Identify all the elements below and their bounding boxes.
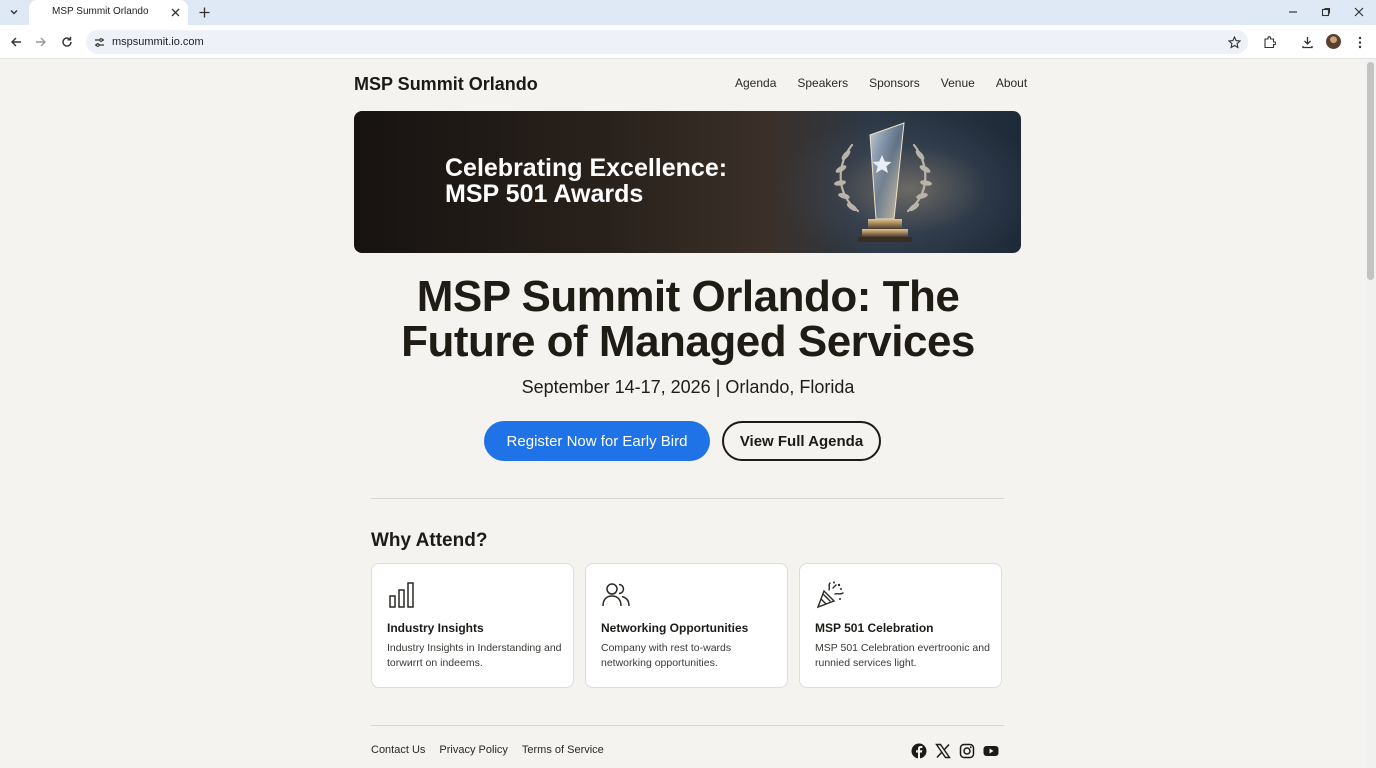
nav-link-sponsors[interactable]: Sponsors — [869, 76, 920, 90]
register-early-bird-button[interactable]: Register Now for Early Bird — [484, 421, 710, 461]
instagram-icon[interactable] — [959, 743, 975, 759]
footer-link-terms[interactable]: Terms of Service — [522, 744, 604, 756]
reload-icon[interactable] — [58, 33, 76, 51]
forward-arrow-icon[interactable] — [32, 33, 50, 51]
banner-title: Celebrating Excellence: MSP 501 Awards — [445, 155, 727, 207]
back-arrow-icon[interactable] — [7, 33, 25, 51]
footer-links: Contact Us Privacy Policy Terms of Servi… — [371, 744, 618, 756]
footer-link-privacy[interactable]: Privacy Policy — [439, 744, 507, 756]
hero-title-line1: MSP Summit Orlando: The — [416, 272, 960, 321]
nav-link-venue[interactable]: Venue — [941, 76, 975, 90]
browser-tab-active[interactable]: MSP Summit Orlando — [29, 0, 188, 25]
browser-tab-bar: MSP Summit Orlando — [0, 0, 1376, 25]
address-bar[interactable]: mspsummit.io.com — [86, 30, 1248, 54]
bar-chart-icon — [389, 582, 414, 608]
people-icon — [602, 583, 630, 607]
footer-divider — [371, 725, 1004, 726]
youtube-icon[interactable] — [983, 743, 999, 759]
profile-avatar[interactable] — [1326, 34, 1341, 49]
minimize-window-icon[interactable] — [1285, 4, 1301, 20]
facebook-icon[interactable] — [911, 743, 927, 759]
card-text: Company with rest to-wards networking op… — [601, 642, 732, 669]
party-popper-icon — [816, 581, 844, 609]
card-title: Industry Insights — [387, 621, 484, 635]
card-title: MSP 501 Celebration — [815, 621, 934, 635]
feature-card-networking: Networking Opportunities Company with re… — [585, 563, 788, 688]
url-text: mspsummit.io.com — [112, 36, 204, 48]
site-nav: Agenda Speakers Sponsors Venue About — [735, 76, 1048, 90]
browser-toolbar: mspsummit.io.com — [0, 25, 1376, 59]
site-brand[interactable]: MSP Summit Orlando — [354, 74, 538, 95]
downloads-icon[interactable] — [1298, 33, 1316, 51]
why-attend-heading: Why Attend? — [371, 530, 488, 551]
page-scrollbar-thumb[interactable] — [1367, 62, 1374, 280]
nav-link-speakers[interactable]: Speakers — [797, 76, 848, 90]
restore-window-icon[interactable] — [1318, 4, 1334, 20]
site-info-icon[interactable] — [92, 35, 106, 49]
feature-card-msp501: MSP 501 Celebration MSP 501 Celebration … — [799, 563, 1002, 688]
tab-title: MSP Summit Orlando — [52, 6, 149, 17]
footer-link-contact[interactable]: Contact Us — [371, 744, 425, 756]
banner-title-line2: MSP 501 Awards — [445, 180, 644, 208]
tab-search-chevron-icon[interactable] — [4, 3, 24, 21]
feature-card-industry-insights: Industry Insights Industry Insights in I… — [371, 563, 574, 688]
new-tab-plus-icon[interactable] — [196, 4, 212, 20]
hero-title-line2: Future of Managed Services — [401, 317, 975, 366]
awards-banner: Celebrating Excellence: MSP 501 Awards — [354, 111, 1021, 253]
trophy-laurel-icon — [834, 122, 932, 242]
hero-title: MSP Summit Orlando: The Future of Manage… — [0, 274, 1376, 364]
browser-menu-icon[interactable] — [1351, 33, 1369, 51]
card-text: Industry Insights in Inderstanding and t… — [387, 642, 562, 669]
close-window-icon[interactable] — [1351, 4, 1367, 20]
event-date-location: September 14-17, 2026 | Orlando, Florida — [521, 377, 855, 397]
view-full-agenda-button[interactable]: View Full Agenda — [722, 421, 881, 461]
nav-link-about[interactable]: About — [996, 76, 1027, 90]
banner-title-line1: Celebrating Excellence: — [445, 154, 728, 182]
card-title: Networking Opportunities — [601, 621, 749, 635]
nav-link-agenda[interactable]: Agenda — [735, 76, 776, 90]
bookmark-star-icon[interactable] — [1226, 34, 1242, 50]
x-icon[interactable] — [935, 743, 951, 759]
close-tab-icon[interactable] — [168, 5, 182, 19]
web-page: MSP Summit Orlando Agenda Speakers Spons… — [0, 60, 1365, 768]
extensions-puzzle-icon[interactable] — [1260, 33, 1278, 51]
card-text: MSP 501 Celebration evertroonic and runn… — [815, 642, 990, 669]
section-divider — [371, 498, 1004, 499]
